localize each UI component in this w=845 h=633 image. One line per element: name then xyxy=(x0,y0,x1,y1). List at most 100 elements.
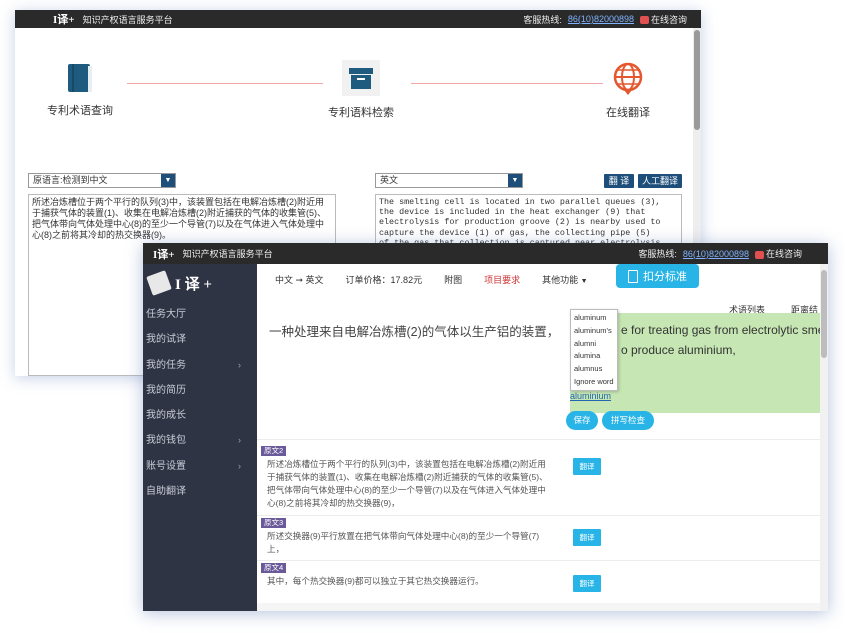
scrollbar-thumb[interactable] xyxy=(694,30,700,130)
feature-label: 专利术语查询 xyxy=(47,105,113,117)
sidebar-item-label: 自助翻译 xyxy=(146,486,186,498)
platform-name: 知识产权语言服务平台 xyxy=(182,249,273,259)
spell-check-button[interactable]: 拼写检查 xyxy=(602,411,654,430)
divider-line xyxy=(411,83,603,84)
target-line: The smelting cell is located in two para… xyxy=(379,197,661,207)
sidebar-item-my-tasks[interactable]: 我的任务 › xyxy=(143,353,257,378)
deduction-standard-label: 扣分标准 xyxy=(643,271,687,283)
feature-label: 在线翻译 xyxy=(606,107,650,119)
top-bar: I译+ 知识产权语言服务平台 客服热线: 86(10)82000898 在线咨询 xyxy=(143,243,828,264)
target-language-select[interactable]: 英文 ▼ xyxy=(375,173,523,188)
ignore-word-item[interactable]: Ignore word xyxy=(574,376,614,389)
deduction-standard-button[interactable]: 扣分标准 xyxy=(616,264,699,288)
misspelled-word[interactable]: aluminium xyxy=(570,391,611,401)
translation-line: e for treating gas from electrolytic sme xyxy=(621,323,825,337)
suggestion-item[interactable]: alumni xyxy=(574,338,614,351)
sidebar-item-label: 我的试译 xyxy=(146,334,186,346)
sidebar-logo-text: I 译 + xyxy=(175,276,212,293)
sidebar-logo[interactable]: I 译 + xyxy=(143,264,257,302)
feature-corpus-search[interactable]: 专利语料检索 xyxy=(321,60,401,120)
suggestion-item[interactable]: alumina xyxy=(574,350,614,363)
save-button[interactable]: 保存 xyxy=(566,411,598,430)
sidebar-item-label: 任务大厅 xyxy=(146,309,186,320)
hotline-label: 客服热线: xyxy=(523,14,562,25)
tab-label: 其他功能 xyxy=(542,274,579,285)
tab-other-functions[interactable]: 其他功能 ▼ xyxy=(542,273,587,286)
translation-line: o produce aluminium, xyxy=(621,343,736,357)
tab-project-requirements[interactable]: 项目要求 xyxy=(484,273,520,286)
tab-order-price: 订单价格：17.82元 xyxy=(345,274,423,285)
globe-icon xyxy=(613,62,643,95)
horizontal-scrollbar[interactable] xyxy=(257,603,820,611)
platform-name: 知识产权语言服务平台 xyxy=(82,14,173,25)
sidebar-item-task-hall[interactable]: 任务大厅 xyxy=(143,302,257,327)
translate-button[interactable]: 翻 译 xyxy=(604,174,634,188)
document-icon xyxy=(628,269,638,283)
source-language-select[interactable]: 原语言:检测到中文 ▼ xyxy=(28,173,176,188)
sidebar-item-self-translate[interactable]: 自助翻译 xyxy=(143,479,257,504)
logo-mark-icon xyxy=(146,270,172,296)
book-icon xyxy=(68,64,92,92)
chevron-down-icon: ▼ xyxy=(161,174,175,187)
segment-source-text: 其中，每个热交换器(9)都可以独立于其它热交换器运行。 xyxy=(267,576,484,586)
translate-segment-button[interactable]: 翻译 xyxy=(573,529,601,546)
main-content: 中文 ➞ 英文 订单价格：17.82元 附图 项目要求 其他功能 ▼ 扣分标准 … xyxy=(257,264,828,611)
translate-segment-button[interactable]: 翻译 xyxy=(573,575,601,592)
sidebar-item-label: 账号设置 xyxy=(146,460,186,472)
chat-icon xyxy=(639,16,649,25)
sidebar-item-my-resume[interactable]: 我的简历 xyxy=(143,378,257,403)
brand-logo[interactable]: I译+ xyxy=(53,11,75,27)
translator-workspace-window: I译+ 知识产权语言服务平台 客服热线: 86(10)82000898 在线咨询… xyxy=(143,243,828,611)
segment-source-text: 所述交换器(9)平行放置在把气体带向气体处理中心(8)的至少一个导管(7)上， xyxy=(267,531,540,554)
scrollbar-thumb[interactable] xyxy=(821,270,827,358)
sidebar-item-label: 我的任务 xyxy=(146,359,186,371)
suggestion-item[interactable]: alumnus xyxy=(574,363,614,376)
brand-logo[interactable]: I译+ xyxy=(153,246,175,262)
segment-badge: 原文4 xyxy=(261,563,287,573)
hotline-label: 客服热线: xyxy=(638,249,677,259)
caret-down-icon: ▼ xyxy=(580,277,588,285)
target-line: capture the device (1) of gas, the colle… xyxy=(379,227,651,238)
chat-icon xyxy=(754,250,764,259)
sidebar-item-my-growth[interactable]: 我的成长 xyxy=(143,403,257,428)
sidebar-item-my-trials[interactable]: 我的试译 xyxy=(143,327,257,352)
target-language-value: 英文 xyxy=(380,175,399,185)
translate-segment-button[interactable]: 翻译 xyxy=(573,458,601,475)
tab-language-pair[interactable]: 中文 ➞ 英文 xyxy=(275,273,324,286)
target-line: the device is included in the heat excha… xyxy=(379,207,646,218)
divider-line xyxy=(127,83,323,84)
segment-badge: 原文3 xyxy=(261,518,287,528)
sidebar-item-label: 我的简历 xyxy=(146,384,186,396)
chevron-right-icon: › xyxy=(238,460,241,471)
sidebar: I 译 + 任务大厅 我的试译 我的任务 › 我的简历 我的成长 我的钱包 › 账号… xyxy=(143,264,257,611)
segment-1-source: 一种处理来自电解冶炼槽(2)的气体以生产铝的装置， xyxy=(269,325,560,339)
segment-row: 原文4 其中，每个热交换器(9)都可以独立于其它热交换器运行。 翻译 xyxy=(257,560,820,603)
segment-badge: 原文2 xyxy=(261,446,287,456)
chevron-right-icon: › xyxy=(238,359,241,370)
feature-label: 专利语料检索 xyxy=(328,107,394,119)
suggestion-item[interactable]: aluminum xyxy=(574,312,614,325)
segment-row: 原文3 所述交换器(9)平行放置在把气体带向气体处理中心(8)的至少一个导管(7… xyxy=(257,515,820,560)
sidebar-item-label: 我的钱包 xyxy=(146,435,186,447)
feature-term-lookup[interactable]: 专利术语查询 xyxy=(45,62,115,118)
suggestion-item[interactable]: aluminum's xyxy=(574,325,614,338)
feature-online-translate[interactable]: 在线翻译 xyxy=(595,62,661,120)
online-chat-link[interactable]: 在线咨询 xyxy=(754,247,802,260)
archive-box-icon xyxy=(342,60,380,96)
hotline-number[interactable]: 86(10)82000898 xyxy=(683,249,749,259)
online-chat-label: 在线咨询 xyxy=(650,14,687,25)
top-bar: I译+ 知识产权语言服务平台 客服热线: 86(10)82000898 在线咨询 xyxy=(15,10,701,28)
sidebar-item-label: 我的成长 xyxy=(146,410,186,422)
sidebar-item-my-wallet[interactable]: 我的钱包 › xyxy=(143,428,257,453)
hotline-number[interactable]: 86(10)82000898 xyxy=(568,14,634,24)
sidebar-item-account-settings[interactable]: 账号设置 › xyxy=(143,454,257,479)
tab-figures[interactable]: 附图 xyxy=(444,273,462,286)
chevron-down-icon: ▼ xyxy=(508,174,522,187)
segment-source-text: 所述冶炼槽位于两个平行的队列(3)中，该装置包括在电解冶炼槽(2)附近用于捕获气… xyxy=(267,459,548,508)
chevron-right-icon: › xyxy=(238,435,241,446)
human-translate-button[interactable]: 人工翻译 xyxy=(638,174,682,188)
task-toolbar: 中文 ➞ 英文 订单价格：17.82元 附图 项目要求 其他功能 ▼ xyxy=(257,264,828,294)
scrollbar[interactable] xyxy=(820,264,828,611)
online-chat-link[interactable]: 在线咨询 xyxy=(639,13,687,26)
source-language-value: 原语言:检测到中文 xyxy=(33,175,108,185)
